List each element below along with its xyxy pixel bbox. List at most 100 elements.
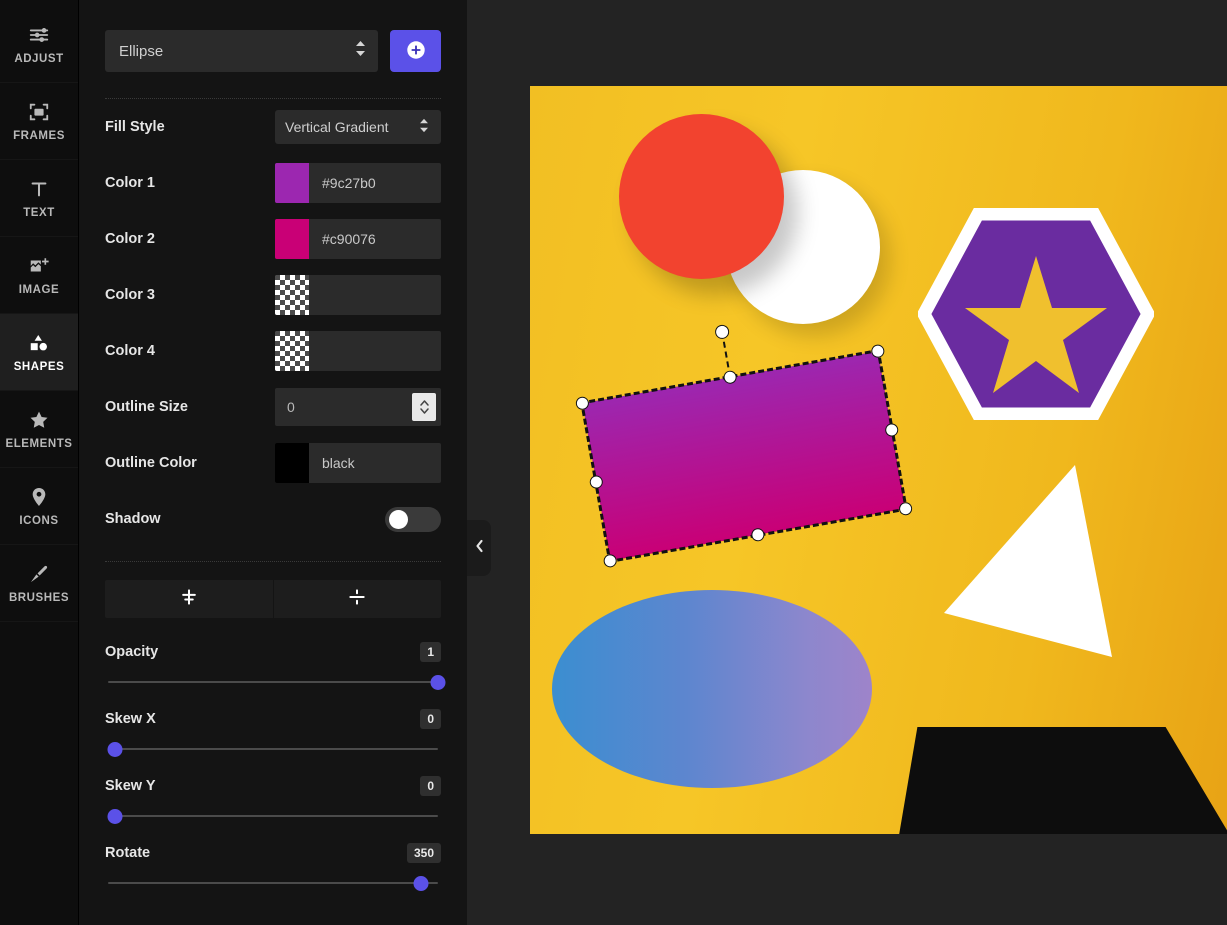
outline-color-control: black <box>273 443 441 483</box>
skewy-value: 0 <box>420 776 441 796</box>
tool-rail: ADJUST FRAMES TEXT IMAGE SHAPES ELEMENTS… <box>0 0 79 925</box>
sidebar-item-elements[interactable]: ELEMENTS <box>0 391 78 468</box>
sidebar-label-adjust: ADJUST <box>14 52 64 65</box>
sidebar-item-text[interactable]: TEXT <box>0 160 78 237</box>
sidebar-label-shapes: SHAPES <box>13 360 65 373</box>
color2-swatch[interactable] <box>275 219 309 259</box>
color1-value: #9c27b0 <box>322 175 376 191</box>
align-vertical-center-icon <box>179 587 199 612</box>
outline-color-field[interactable]: black <box>275 443 441 483</box>
color1-label: Color 1 <box>105 175 155 191</box>
skewx-value: 0 <box>420 709 441 729</box>
text-t-icon <box>28 178 50 200</box>
fill-style-row: Fill Style Vertical Gradient <box>105 99 441 155</box>
selected-shape-group[interactable] <box>574 323 914 569</box>
skewy-slider[interactable] <box>105 809 441 824</box>
skewx-label: Skew X <box>105 711 156 727</box>
sidebar-label-image: IMAGE <box>18 283 60 296</box>
rotate-slider[interactable] <box>105 876 441 891</box>
opacity-value: 1 <box>420 642 441 662</box>
color3-row: Color 3 <box>105 267 441 323</box>
shape-black-trapezoid[interactable] <box>897 727 1227 834</box>
color2-value: #c90076 <box>322 231 376 247</box>
shape-red-circle[interactable] <box>619 114 784 279</box>
color2-field[interactable]: #c90076 <box>275 219 441 259</box>
panel-collapse-button[interactable] <box>467 520 491 576</box>
align-vertical-center-button[interactable] <box>105 580 273 618</box>
outline-size-input[interactable]: 0 <box>275 388 441 426</box>
divider-bottom <box>105 561 441 562</box>
align-button-group <box>105 580 441 618</box>
sidebar-label-icons: ICONS <box>19 514 59 527</box>
color1-row: Color 1 #9c27b0 <box>105 155 441 211</box>
outline-color-swatch[interactable] <box>275 443 309 483</box>
opacity-slider-head: Opacity 1 <box>105 642 441 662</box>
outline-size-value: 0 <box>287 399 295 415</box>
color4-field[interactable] <box>275 331 441 371</box>
color4-swatch[interactable] <box>275 331 309 371</box>
rotate-value: 350 <box>406 843 441 863</box>
sidebar-label-frames: FRAMES <box>13 129 65 142</box>
number-stepper-icon[interactable] <box>412 393 436 421</box>
shape-add-row: Ellipse <box>105 0 441 72</box>
color1-field[interactable]: #9c27b0 <box>275 163 441 203</box>
opacity-label: Opacity <box>105 644 159 660</box>
add-shape-button[interactable] <box>390 30 441 72</box>
sidebar-item-brushes[interactable]: BRUSHES <box>0 545 78 622</box>
shadow-toggle[interactable] <box>385 506 441 532</box>
canvas-stage[interactable] <box>467 0 1227 925</box>
color2-control: #c90076 <box>273 219 441 259</box>
outline-color-label: Outline Color <box>105 455 197 471</box>
rotate-slider-head: Rotate 350 <box>105 843 441 863</box>
align-horizontal-center-icon <box>347 587 367 612</box>
skewx-slider-knob[interactable] <box>107 742 123 757</box>
sidebar-item-shapes[interactable]: SHAPES <box>0 314 78 391</box>
outline-size-control: 0 <box>273 388 441 426</box>
shape-selected-rectangle[interactable] <box>580 348 908 564</box>
color4-control <box>273 331 441 371</box>
rotate-slider-knob[interactable] <box>413 876 429 891</box>
shape-type-select[interactable]: Ellipse <box>105 30 378 72</box>
sidebar-item-icons[interactable]: ICONS <box>0 468 78 545</box>
rotation-handle[interactable] <box>714 323 731 341</box>
color4-row: Color 4 <box>105 323 441 379</box>
design-canvas[interactable] <box>530 86 1227 834</box>
shapes-icon <box>28 332 50 354</box>
sidebar-item-adjust[interactable]: ADJUST <box>0 6 78 83</box>
skewy-slider-block: Skew Y 0 <box>105 776 441 824</box>
star-icon <box>28 409 50 431</box>
skewx-slider-block: Skew X 0 <box>105 709 441 757</box>
shadow-label: Shadow <box>105 511 161 527</box>
align-horizontal-center-button[interactable] <box>272 580 441 618</box>
fill-style-label: Fill Style <box>105 119 165 135</box>
shape-blue-ellipse[interactable] <box>552 590 872 788</box>
color4-label: Color 4 <box>105 343 155 359</box>
handle-bottom-right[interactable] <box>898 501 914 517</box>
outline-color-row: Outline Color black <box>105 435 441 491</box>
skewy-slider-knob[interactable] <box>107 809 123 824</box>
skewy-slider-head: Skew Y 0 <box>105 776 441 796</box>
shadow-toggle-knob <box>389 509 408 529</box>
shape-properties-panel: Ellipse Fill Style Vertical Gradient Col… <box>79 0 467 925</box>
outline-size-row: Outline Size 0 <box>105 379 441 435</box>
shape-white-triangle[interactable] <box>940 461 1130 661</box>
sidebar-item-frames[interactable]: FRAMES <box>0 83 78 160</box>
color1-control: #9c27b0 <box>273 163 441 203</box>
fill-style-control: Vertical Gradient <box>273 110 441 144</box>
fill-style-select[interactable]: Vertical Gradient <box>275 110 441 144</box>
shape-purple-hexagon[interactable] <box>916 207 1156 421</box>
chevron-left-icon <box>474 538 485 559</box>
color1-swatch[interactable] <box>275 163 309 203</box>
shape-type-select-wrapper: Ellipse <box>105 30 378 72</box>
color3-swatch[interactable] <box>275 275 309 315</box>
opacity-slider-knob[interactable] <box>430 675 446 690</box>
color3-field[interactable] <box>275 275 441 315</box>
opacity-slider[interactable] <box>105 675 446 690</box>
skewx-slider[interactable] <box>105 742 441 757</box>
frame-photo-icon <box>28 101 50 123</box>
rotate-label: Rotate <box>105 845 151 861</box>
color3-control <box>273 275 441 315</box>
skewy-slider-rail <box>108 815 438 817</box>
map-pin-icon <box>28 486 50 508</box>
sidebar-item-image[interactable]: IMAGE <box>0 237 78 314</box>
